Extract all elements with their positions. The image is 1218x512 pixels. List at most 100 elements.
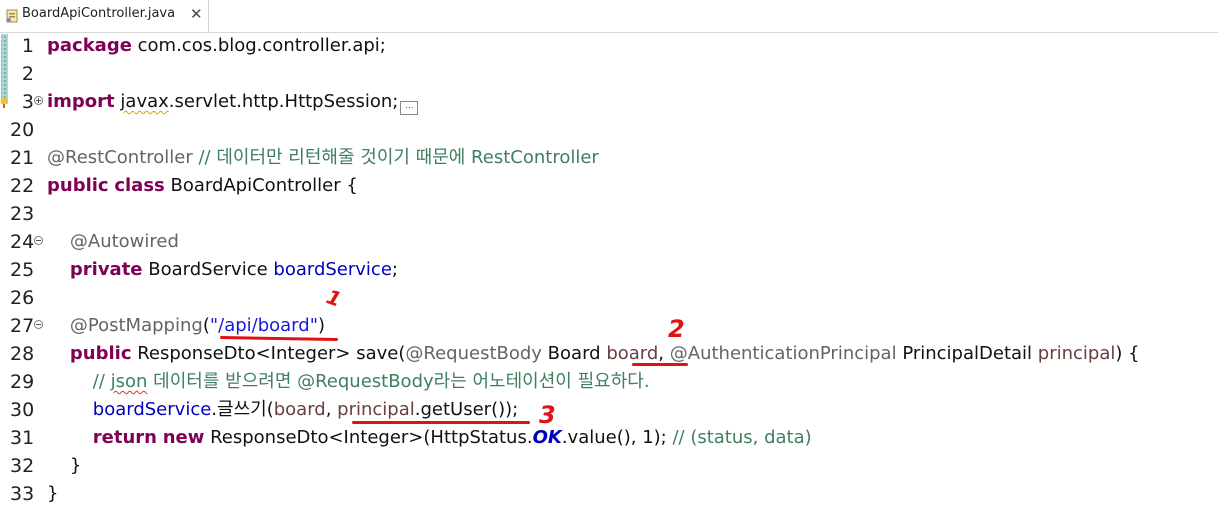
code-line[interactable]: 30 boardService.글쓰기(board, principal.get… (0, 396, 1218, 424)
code-token: .value(), 1); (561, 427, 673, 448)
code-token: ResponseDto<Integer> save( (131, 343, 406, 364)
code-token: ) { (1115, 343, 1140, 364)
code-line[interactable]: 27 @PostMapping("/api/board") (0, 312, 1218, 340)
code-line[interactable]: 2 (0, 60, 1218, 88)
code-text: // json 데이터를 받으려면 @RequestBody라는 어노테이션이 … (47, 368, 650, 396)
close-icon[interactable]: ✕ (190, 4, 203, 24)
code-token: , (325, 399, 338, 420)
code-text: } (47, 480, 58, 508)
line-number: 29 (10, 371, 35, 393)
code-token: public (69, 343, 132, 364)
code-line[interactable]: 33} (0, 480, 1218, 508)
line-number: 30 (10, 399, 35, 421)
code-token: } (47, 483, 59, 504)
collapse-fold-icon[interactable] (34, 320, 43, 329)
marker-number-3: 3 (539, 401, 556, 429)
code-token: .servlet.http.HttpSession; (168, 91, 399, 112)
code-text: @PostMapping("/api/board") (47, 312, 325, 340)
code-editor[interactable]: 1 package com.cos.blog.controller.api; 2 3 i… (0, 32, 1218, 508)
java-file-icon (5, 8, 19, 23)
line-number: 25 (10, 259, 35, 281)
code-token: @RestController (47, 147, 193, 168)
code-line[interactable]: 24 @Autowired (0, 228, 1218, 256)
code-token: board (273, 399, 326, 420)
code-line[interactable]: 21 @RestController // 데이터만 리턴해줄 것이기 때문에 R… (0, 144, 1218, 172)
line-number: 21 (10, 147, 35, 169)
code-token: } (47, 455, 82, 476)
tab-boardapicontroller[interactable]: BoardApiController.java ✕ (0, 0, 209, 32)
underline-mark-2 (632, 363, 688, 366)
tab-title: BoardApiController.java (22, 6, 176, 21)
line-number: 23 (10, 203, 35, 225)
code-token: @AuthenticationPrincipal (669, 343, 897, 364)
code-text: return new ResponseDto<Integer>(HttpStat… (47, 424, 812, 452)
code-token: boardService (273, 259, 392, 280)
expand-fold-icon[interactable] (34, 96, 43, 105)
warning-icon[interactable] (0, 94, 10, 108)
code-token: ; (391, 259, 398, 280)
code-token: 데이터를 받으려면 @RequestBody라는 어노테이션이 필요하다. (147, 371, 650, 392)
code-token: ( (202, 315, 210, 336)
code-text: private BoardService boardService; (47, 256, 398, 284)
code-token: board (606, 343, 659, 364)
code-line[interactable]: 22 public class BoardApiController { (0, 172, 1218, 200)
underline-mark-3 (352, 421, 530, 424)
code-token: com.cos.blog.controller.api; (131, 35, 386, 56)
code-text: @RestController // 데이터만 리턴해줄 것이기 때문에 Res… (47, 144, 599, 172)
code-token: ) (317, 315, 325, 336)
code-token: @PostMapping (69, 315, 203, 336)
code-line[interactable]: 20 (0, 116, 1218, 144)
code-text: boardService.글쓰기(board, principal.getUse… (47, 396, 518, 424)
code-token: .글쓰기( (211, 399, 274, 420)
code-token: package (47, 35, 132, 56)
line-number: 3 (21, 91, 34, 113)
code-token: class (114, 175, 165, 196)
code-line[interactable]: 31 return new ResponseDto<Integer>(HttpS… (0, 424, 1218, 452)
code-line[interactable]: 28 public ResponseDto<Integer> save(@Req… (0, 340, 1218, 368)
code-token: @RequestBody (405, 343, 542, 364)
code-token: // 데이터만 리턴해줄 것이기 때문에 RestController (198, 147, 599, 168)
code-token: return (92, 427, 157, 448)
code-line[interactable]: 26 (0, 284, 1218, 312)
line-number: 20 (10, 119, 35, 141)
code-token: @Autowired (69, 231, 179, 252)
code-token: new (162, 427, 205, 448)
code-token: ResponseDto<Integer>(HttpStatus. (204, 427, 533, 448)
collapse-fold-icon[interactable] (34, 236, 43, 245)
code-text: } (47, 452, 81, 480)
collapsed-imports-marker[interactable]: ... (400, 101, 419, 115)
code-token: import (47, 91, 115, 112)
code-text: public class BoardApiController { (47, 172, 358, 200)
code-token: BoardApiController { (164, 175, 358, 196)
code-token: BoardService (142, 259, 274, 280)
line-number: 24 (10, 231, 35, 253)
code-token: "/api/board" (209, 315, 318, 336)
line-number: 28 (10, 343, 35, 365)
line-number: 27 (10, 315, 35, 337)
line-number: 32 (10, 455, 35, 477)
code-token: , (658, 343, 670, 364)
code-token: javax (120, 91, 169, 112)
code-line[interactable]: 32 } (0, 452, 1218, 480)
code-token: boardService (92, 399, 212, 420)
editor-tab-bar: BoardApiController.java ✕ (0, 0, 1218, 33)
code-token: private (69, 259, 143, 280)
code-line[interactable]: 23 (0, 200, 1218, 228)
marker-number-2: 2 (668, 315, 685, 343)
code-token: principal (337, 399, 415, 420)
code-line[interactable]: 29 // json 데이터를 받으려면 @RequestBody라는 어노테이… (0, 368, 1218, 396)
line-number: 22 (10, 175, 35, 197)
line-number: 1 (21, 35, 34, 57)
code-token: OK (532, 427, 562, 448)
code-line[interactable]: 25 private BoardService boardService; (0, 256, 1218, 284)
code-line[interactable]: 1 package com.cos.blog.controller.api; (0, 32, 1218, 60)
code-token: PrincipalDetail (896, 343, 1038, 364)
code-line[interactable]: 3 import javax.servlet.http.HttpSession;.… (0, 88, 1218, 116)
line-number: 31 (10, 427, 35, 449)
